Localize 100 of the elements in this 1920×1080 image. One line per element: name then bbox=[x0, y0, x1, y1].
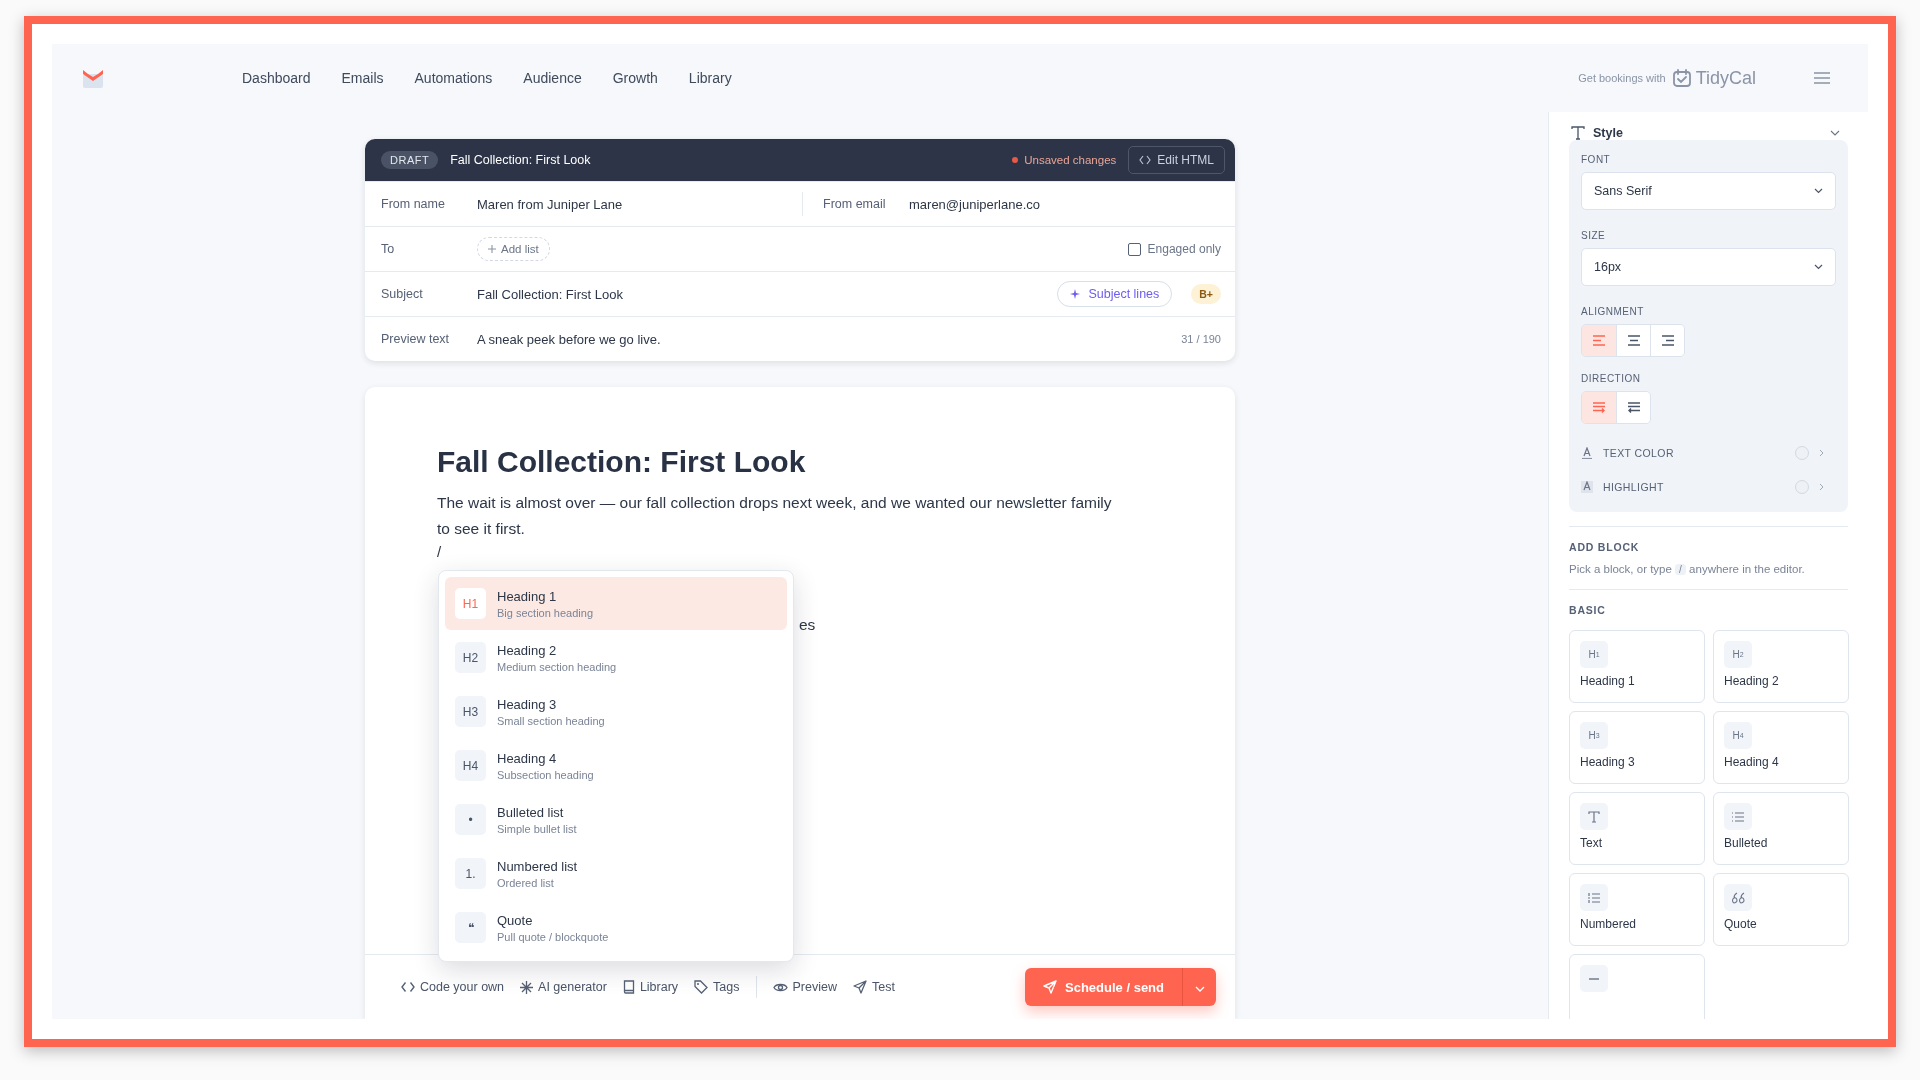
block-type-option[interactable]: H1 Heading 1 Big section heading bbox=[445, 577, 787, 630]
quote-icon bbox=[1724, 884, 1752, 911]
block-type-option[interactable]: ❝ Quote Pull quote / blockquote bbox=[445, 901, 787, 954]
block-label: Quote bbox=[1724, 917, 1757, 931]
field-label: To bbox=[381, 242, 396, 256]
email-heading[interactable]: Fall Collection: First Look bbox=[437, 442, 1163, 482]
text-icon bbox=[1571, 126, 1585, 140]
option-description: Big section heading bbox=[497, 606, 593, 619]
slash-command-text[interactable]: / bbox=[437, 542, 1163, 562]
nav-link[interactable]: Dashboard bbox=[242, 70, 311, 86]
option-title: Numbered list bbox=[497, 858, 578, 874]
block-type-option[interactable]: H3 Heading 3 Small section heading bbox=[445, 685, 787, 738]
block-label: Bulleted bbox=[1724, 836, 1768, 850]
toolbar-button[interactable]: Test bbox=[846, 976, 901, 998]
block-type-option[interactable]: • Bulleted list Simple bullet list bbox=[445, 793, 787, 846]
menu-icon[interactable] bbox=[1814, 72, 1830, 84]
option-description: Small section heading bbox=[497, 714, 605, 727]
email-paragraph[interactable]: The wait is almost over — our fall collection drops next week, and we wanted our newsletter family to see it first. bbox=[437, 490, 1127, 542]
toolbar-button[interactable]: Library bbox=[616, 976, 685, 998]
toolbar-button[interactable]: Tags bbox=[688, 976, 746, 998]
option-description: Ordered list bbox=[497, 876, 555, 889]
toolbar-button[interactable]: AI generator bbox=[514, 976, 613, 998]
chevron-down-icon[interactable] bbox=[1830, 130, 1840, 136]
block-label: Numbered bbox=[1580, 917, 1637, 931]
block-card[interactable]: Quote bbox=[1713, 873, 1849, 946]
block-type-icon: H1 bbox=[455, 588, 486, 619]
highlight-row[interactable]: HIGHLIGHT bbox=[1581, 470, 1836, 504]
text-color-row[interactable]: TEXT COLOR bbox=[1581, 436, 1836, 470]
unsaved-dot-icon bbox=[1012, 157, 1019, 163]
email-title: Fall Collection: First Look bbox=[450, 153, 591, 167]
block-type-icon: H3 bbox=[455, 696, 486, 727]
direction-rtl-button[interactable] bbox=[1616, 392, 1650, 423]
nav-link[interactable]: Automations bbox=[414, 70, 493, 86]
plus-icon bbox=[488, 245, 496, 253]
asterisk-icon bbox=[520, 980, 534, 994]
book-icon bbox=[622, 980, 635, 994]
subject-lines-button[interactable]: Subject lines bbox=[1057, 281, 1173, 307]
block-type-icon: H4 bbox=[455, 750, 486, 781]
field-label: FONT bbox=[1581, 154, 1612, 165]
arrow-right-lines-icon bbox=[1592, 401, 1606, 414]
option-title: Heading 4 bbox=[497, 750, 558, 766]
block-card[interactable]: Bulleted bbox=[1713, 792, 1849, 865]
nav-link[interactable]: Audience bbox=[523, 70, 582, 86]
empty-swatch-icon bbox=[1795, 446, 1809, 460]
eye-icon bbox=[772, 981, 788, 993]
block-type-option[interactable]: H2 Heading 2 Medium section heading bbox=[445, 631, 787, 684]
paragraph-text: es bbox=[799, 616, 816, 633]
chevron-right-icon bbox=[1819, 449, 1824, 457]
subject-field[interactable]: Fall Collection: First Look bbox=[477, 286, 623, 302]
size-dropdown[interactable]: 16px bbox=[1581, 248, 1836, 286]
option-title: Heading 3 bbox=[497, 696, 558, 712]
slash-key: / bbox=[1675, 564, 1686, 575]
nav-link[interactable]: Library bbox=[688, 70, 732, 86]
font-dropdown[interactable]: Sans Serif bbox=[1581, 172, 1836, 210]
chevron-down-icon bbox=[1814, 188, 1823, 194]
option-title: Heading 1 bbox=[497, 588, 558, 604]
envelope-logo-icon[interactable] bbox=[82, 67, 104, 89]
block-label: Heading 3 bbox=[1580, 755, 1635, 769]
field-label: From name bbox=[381, 197, 446, 211]
nav-link[interactable]: Growth bbox=[612, 70, 658, 86]
chevron-right-icon bbox=[1819, 483, 1824, 491]
add-block-hint: Pick a block, or type / anywhere in the editor. bbox=[1569, 563, 1806, 575]
field-label: ALIGNMENT bbox=[1581, 306, 1645, 317]
block-card[interactable]: Text bbox=[1569, 792, 1705, 865]
align-center-button[interactable] bbox=[1616, 325, 1650, 356]
code-icon bbox=[1139, 155, 1152, 165]
from-email-field[interactable]: maren@juniperlane.co bbox=[909, 196, 1040, 212]
option-description: Subsection heading bbox=[497, 768, 594, 781]
align-center-icon bbox=[1626, 335, 1641, 346]
block-type-icon: • bbox=[455, 804, 486, 835]
preview-text-field[interactable]: A sneak peek before we go live. bbox=[477, 331, 661, 347]
group-title: BASIC bbox=[1569, 604, 1607, 616]
block-type-option[interactable]: 1. Numbered list Ordered list bbox=[445, 847, 787, 900]
from-name-field[interactable]: Maren from Juniper Lane bbox=[477, 196, 802, 212]
section-title: Style bbox=[1593, 126, 1623, 140]
chevron-down-icon bbox=[1814, 264, 1823, 270]
field-label: Subject bbox=[381, 287, 424, 301]
block-type-option[interactable]: H4 Heading 4 Subsection heading bbox=[445, 739, 787, 792]
edit-html-button[interactable]: Edit HTML bbox=[1128, 146, 1225, 174]
align-right-button[interactable] bbox=[1650, 325, 1684, 356]
calendar-icon bbox=[1671, 68, 1692, 88]
engaged-only-checkbox[interactable] bbox=[1127, 242, 1141, 256]
text-color-icon bbox=[1581, 447, 1593, 459]
field-label: From email bbox=[823, 197, 887, 211]
send-icon bbox=[1043, 980, 1057, 994]
option-description: Medium section heading bbox=[497, 660, 617, 673]
add-list-button[interactable]: Add list bbox=[477, 237, 550, 261]
empty-swatch-icon bbox=[1795, 480, 1809, 494]
block-label: Heading 1 bbox=[1580, 674, 1635, 688]
toolbar-button[interactable]: Preview bbox=[766, 976, 843, 998]
align-right-icon bbox=[1660, 335, 1675, 346]
send-options-button[interactable] bbox=[1182, 968, 1216, 1006]
toolbar-button[interactable]: Code your own bbox=[395, 976, 511, 998]
nav-link[interactable]: Emails bbox=[341, 70, 384, 86]
align-left-button[interactable] bbox=[1582, 325, 1616, 356]
option-title: Quote bbox=[497, 912, 534, 928]
numbered-list-icon bbox=[1580, 884, 1608, 911]
highlight-icon bbox=[1581, 481, 1593, 493]
block-card[interactable]: Numbered bbox=[1569, 873, 1705, 946]
block-label: Text bbox=[1580, 836, 1602, 850]
